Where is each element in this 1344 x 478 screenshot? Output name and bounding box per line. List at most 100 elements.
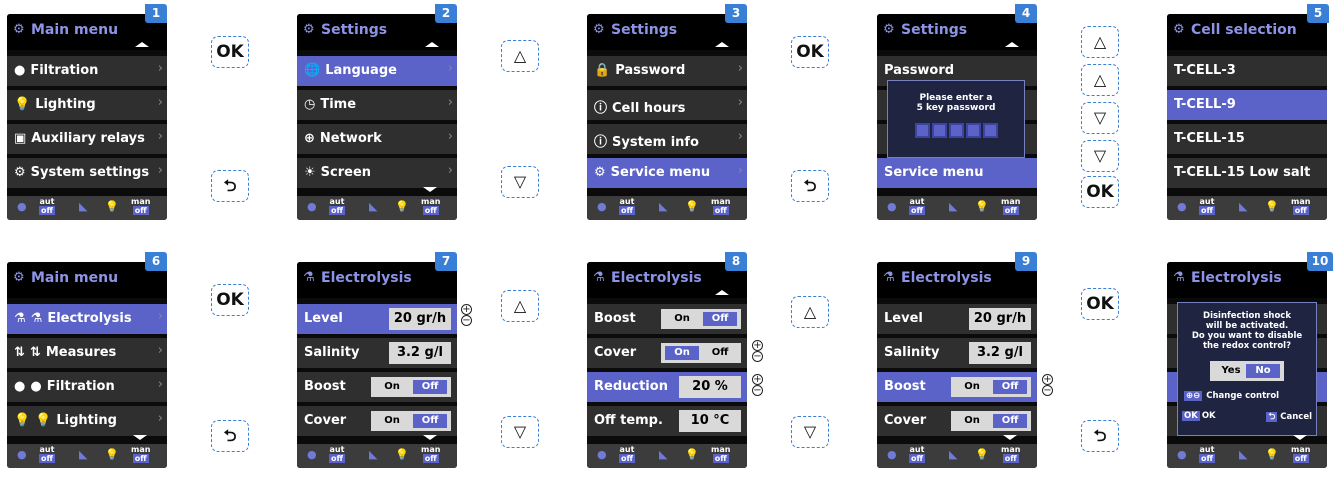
menu-row-level[interactable]: Level 20 gr/h (297, 304, 457, 334)
screen-8: ⚗ Electrolysis Boost On Off Cover On Off Reducti… (587, 262, 747, 468)
on-option[interactable]: On (665, 312, 699, 326)
menu-row-electrolysis[interactable]: ⚗ ⚗ Electrolysis › (7, 304, 167, 334)
ok-key-button[interactable]: OK (211, 36, 249, 68)
menu-row-salinity[interactable]: Salinity 3.2 g/l (297, 338, 457, 368)
on-off-toggle[interactable]: On Off (371, 411, 451, 431)
down-key-button[interactable]: ▽ (1081, 140, 1119, 172)
on-option[interactable]: On (955, 414, 989, 428)
ok-action[interactable]: OK OK (1182, 411, 1216, 421)
menu-row-cover[interactable]: Cover On Off (877, 406, 1037, 436)
menu-row-off-temp-[interactable]: Off temp. 10 °C (587, 406, 747, 436)
on-off-toggle[interactable]: On Off (661, 309, 741, 329)
menu-row-cover[interactable]: Cover On Off (587, 338, 747, 368)
dialog-actions: OK OK ⮌ Cancel (1178, 411, 1316, 423)
menu-row-lighting[interactable]: 💡 Lighting › (7, 90, 167, 120)
value-field[interactable]: 20 gr/h (389, 308, 451, 330)
ok-key-button[interactable]: OK (791, 36, 829, 68)
row-label: 💡 Lighting (14, 97, 96, 112)
row-label: ⚗ ⚗ Electrolysis (14, 311, 132, 326)
ok-key-button[interactable]: OK (1081, 176, 1119, 208)
down-key-button[interactable]: ▽ (501, 166, 539, 198)
value-field[interactable]: 3.2 g/l (969, 342, 1031, 364)
on-option[interactable]: On (955, 380, 989, 394)
on-off-toggle[interactable]: On Off (661, 343, 741, 363)
yes-no-toggle[interactable]: Yes No (1210, 361, 1284, 381)
on-option[interactable]: On (665, 346, 699, 360)
up-key-button[interactable]: △ (1081, 26, 1119, 58)
value-field[interactable]: 20 gr/h (969, 308, 1031, 330)
menu-row-salinity[interactable]: Salinity 3.2 g/l (877, 338, 1037, 368)
value-field[interactable]: 10 °C (679, 410, 741, 432)
menu-row-t-cell-9[interactable]: T-CELL-9 (1167, 90, 1327, 120)
menu-row-network[interactable]: ⊕ Network › (297, 124, 457, 154)
no-option[interactable]: No (1246, 364, 1280, 378)
menu-row-boost[interactable]: Boost On Off (877, 372, 1037, 402)
row-label: 🔒 Password (594, 63, 685, 78)
up-key-button[interactable]: △ (501, 40, 539, 72)
up-key-button[interactable]: △ (501, 290, 539, 322)
menu-row-level[interactable]: Level 20 gr/h (877, 304, 1037, 334)
menu-row-system-info[interactable]: ⓘ System info › (587, 124, 747, 154)
password-keys[interactable] (888, 123, 1024, 142)
ok-key-button[interactable]: OK (211, 284, 249, 316)
ok-key-button[interactable]: OK (1081, 288, 1119, 320)
settings-icon: ⚙ (13, 22, 25, 37)
key-box[interactable] (931, 123, 947, 138)
menu-row-t-cell-15[interactable]: T-CELL-15 (1167, 124, 1327, 154)
on-off-toggle[interactable]: On Off (951, 377, 1031, 397)
light-man-status: man off (711, 197, 730, 215)
menu-row-cell-hours[interactable]: ⓘ Cell hours › (587, 90, 747, 120)
menu-row-reduction[interactable]: Reduction 20 % (587, 372, 747, 402)
key-box[interactable] (965, 123, 981, 138)
up-key-button[interactable]: △ (791, 296, 829, 328)
on-off-toggle[interactable]: On Off (951, 411, 1031, 431)
on-option[interactable]: On (375, 414, 409, 428)
menu-row[interactable]: Service menu (877, 158, 1037, 188)
menu-row-boost[interactable]: Boost On Off (587, 304, 747, 334)
on-off-toggle[interactable]: On Off (371, 377, 451, 397)
key-box[interactable] (948, 123, 964, 138)
back-key-button[interactable]: ⮌ (211, 170, 249, 202)
menu-row-boost[interactable]: Boost On Off (297, 372, 457, 402)
down-key-button[interactable]: ▽ (1081, 102, 1119, 134)
menu-row-language[interactable]: 🌐 Language › (297, 56, 457, 86)
cancel-action[interactable]: ⮌ Cancel (1266, 411, 1312, 425)
menu-row-cover[interactable]: Cover On Off (297, 406, 457, 436)
menu-row-auxiliary-relays[interactable]: ▣ Auxiliary relays › (7, 124, 167, 154)
value-field[interactable]: 3.2 g/l (389, 342, 451, 364)
off-option[interactable]: Off (993, 414, 1027, 428)
down-key-button[interactable]: ▽ (791, 416, 829, 448)
row-label: Boost (304, 379, 346, 394)
menu-row-t-cell-3[interactable]: T-CELL-3 (1167, 56, 1327, 86)
key-box[interactable] (914, 123, 930, 138)
menu-row-lighting[interactable]: 💡 💡 Lighting › (7, 406, 167, 436)
menu-row-time[interactable]: ◷ Time › (297, 90, 457, 120)
down-key-button[interactable]: ▽ (501, 416, 539, 448)
menu-row-filtration[interactable]: ● ● Filtration › (7, 372, 167, 402)
key-box[interactable] (982, 123, 998, 138)
off-option[interactable]: Off (993, 380, 1027, 394)
off-option[interactable]: Off (703, 346, 737, 360)
back-key-button[interactable]: ⮌ (211, 420, 249, 452)
menu-row-service-menu[interactable]: ⚙ Service menu › (587, 158, 747, 188)
back-key-button[interactable]: ⮌ (791, 170, 829, 202)
yes-option[interactable]: Yes (1214, 364, 1248, 378)
light-man-status: man off (421, 445, 440, 463)
menu-row-screen[interactable]: ☀ Screen › (297, 158, 457, 188)
row-text: Salinity (304, 345, 360, 360)
menu-row-system-settings[interactable]: ⚙ System settings › (7, 158, 167, 188)
off-option[interactable]: Off (413, 380, 447, 394)
on-option[interactable]: On (375, 380, 409, 394)
row-label: ● ● Filtration (14, 379, 115, 394)
off-option[interactable]: Off (703, 312, 737, 326)
menu-row-t-cell-15-low-salt[interactable]: T-CELL-15 Low salt (1167, 158, 1327, 188)
menu-row-password[interactable]: 🔒 Password › (587, 56, 747, 86)
value-field[interactable]: 20 % (679, 376, 741, 398)
back-key-button[interactable]: ⮌ (1081, 420, 1119, 452)
menu-row-measures[interactable]: ⇅ ⇅ Measures › (7, 338, 167, 368)
relay-aut-status: aut off (329, 445, 345, 463)
up-key-button[interactable]: △ (1081, 64, 1119, 96)
menu-row-filtration[interactable]: ● Filtration › (7, 56, 167, 86)
off-option[interactable]: Off (413, 414, 447, 428)
screen-7: ⚗ Electrolysis Level 20 gr/h Salinity 3.2 g/l… (297, 262, 457, 468)
